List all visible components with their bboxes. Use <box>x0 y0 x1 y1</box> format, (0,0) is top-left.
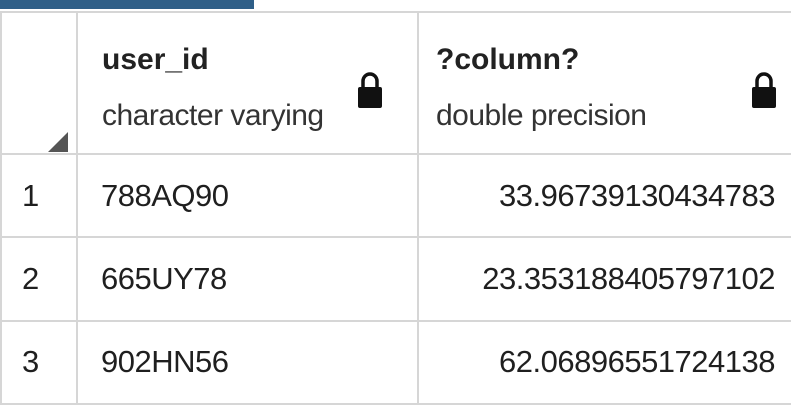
query-result-panel: user_id character varying ?column? doubl… <box>0 0 791 405</box>
select-all-corner[interactable] <box>0 11 78 155</box>
cell-column-value[interactable]: 33.96739130434783 <box>417 152 791 239</box>
result-grid: user_id character varying ?column? doubl… <box>0 11 791 405</box>
row-number[interactable]: 3 <box>0 319 78 405</box>
header-row: user_id character varying ?column? doubl… <box>0 11 791 155</box>
column-type: double precision <box>436 99 647 132</box>
cell-column-value[interactable]: 23.353188405797102 <box>417 236 791 322</box>
row-number[interactable]: 1 <box>0 152 78 239</box>
cell-column-value[interactable]: 62.06896551724138 <box>417 319 791 405</box>
corner-triangle-icon <box>48 132 68 152</box>
column-type: character varying <box>102 99 324 132</box>
table-row[interactable]: 3 902HN56 62.06896551724138 <box>0 319 791 405</box>
cell-user-id[interactable]: 665UY78 <box>76 236 419 322</box>
column-header-column[interactable]: ?column? double precision <box>417 11 791 155</box>
results-tab[interactable] <box>0 0 254 9</box>
row-number[interactable]: 2 <box>0 236 78 322</box>
cell-user-id[interactable]: 788AQ90 <box>76 152 419 239</box>
table-row[interactable]: 1 788AQ90 33.96739130434783 <box>0 152 791 239</box>
lock-icon <box>752 72 776 108</box>
column-name: ?column? <box>436 43 580 76</box>
column-name: user_id <box>102 43 209 76</box>
cell-user-id[interactable]: 902HN56 <box>76 319 419 405</box>
column-header-user-id[interactable]: user_id character varying <box>76 11 419 155</box>
table-row[interactable]: 2 665UY78 23.353188405797102 <box>0 236 791 322</box>
lock-icon <box>358 72 382 108</box>
